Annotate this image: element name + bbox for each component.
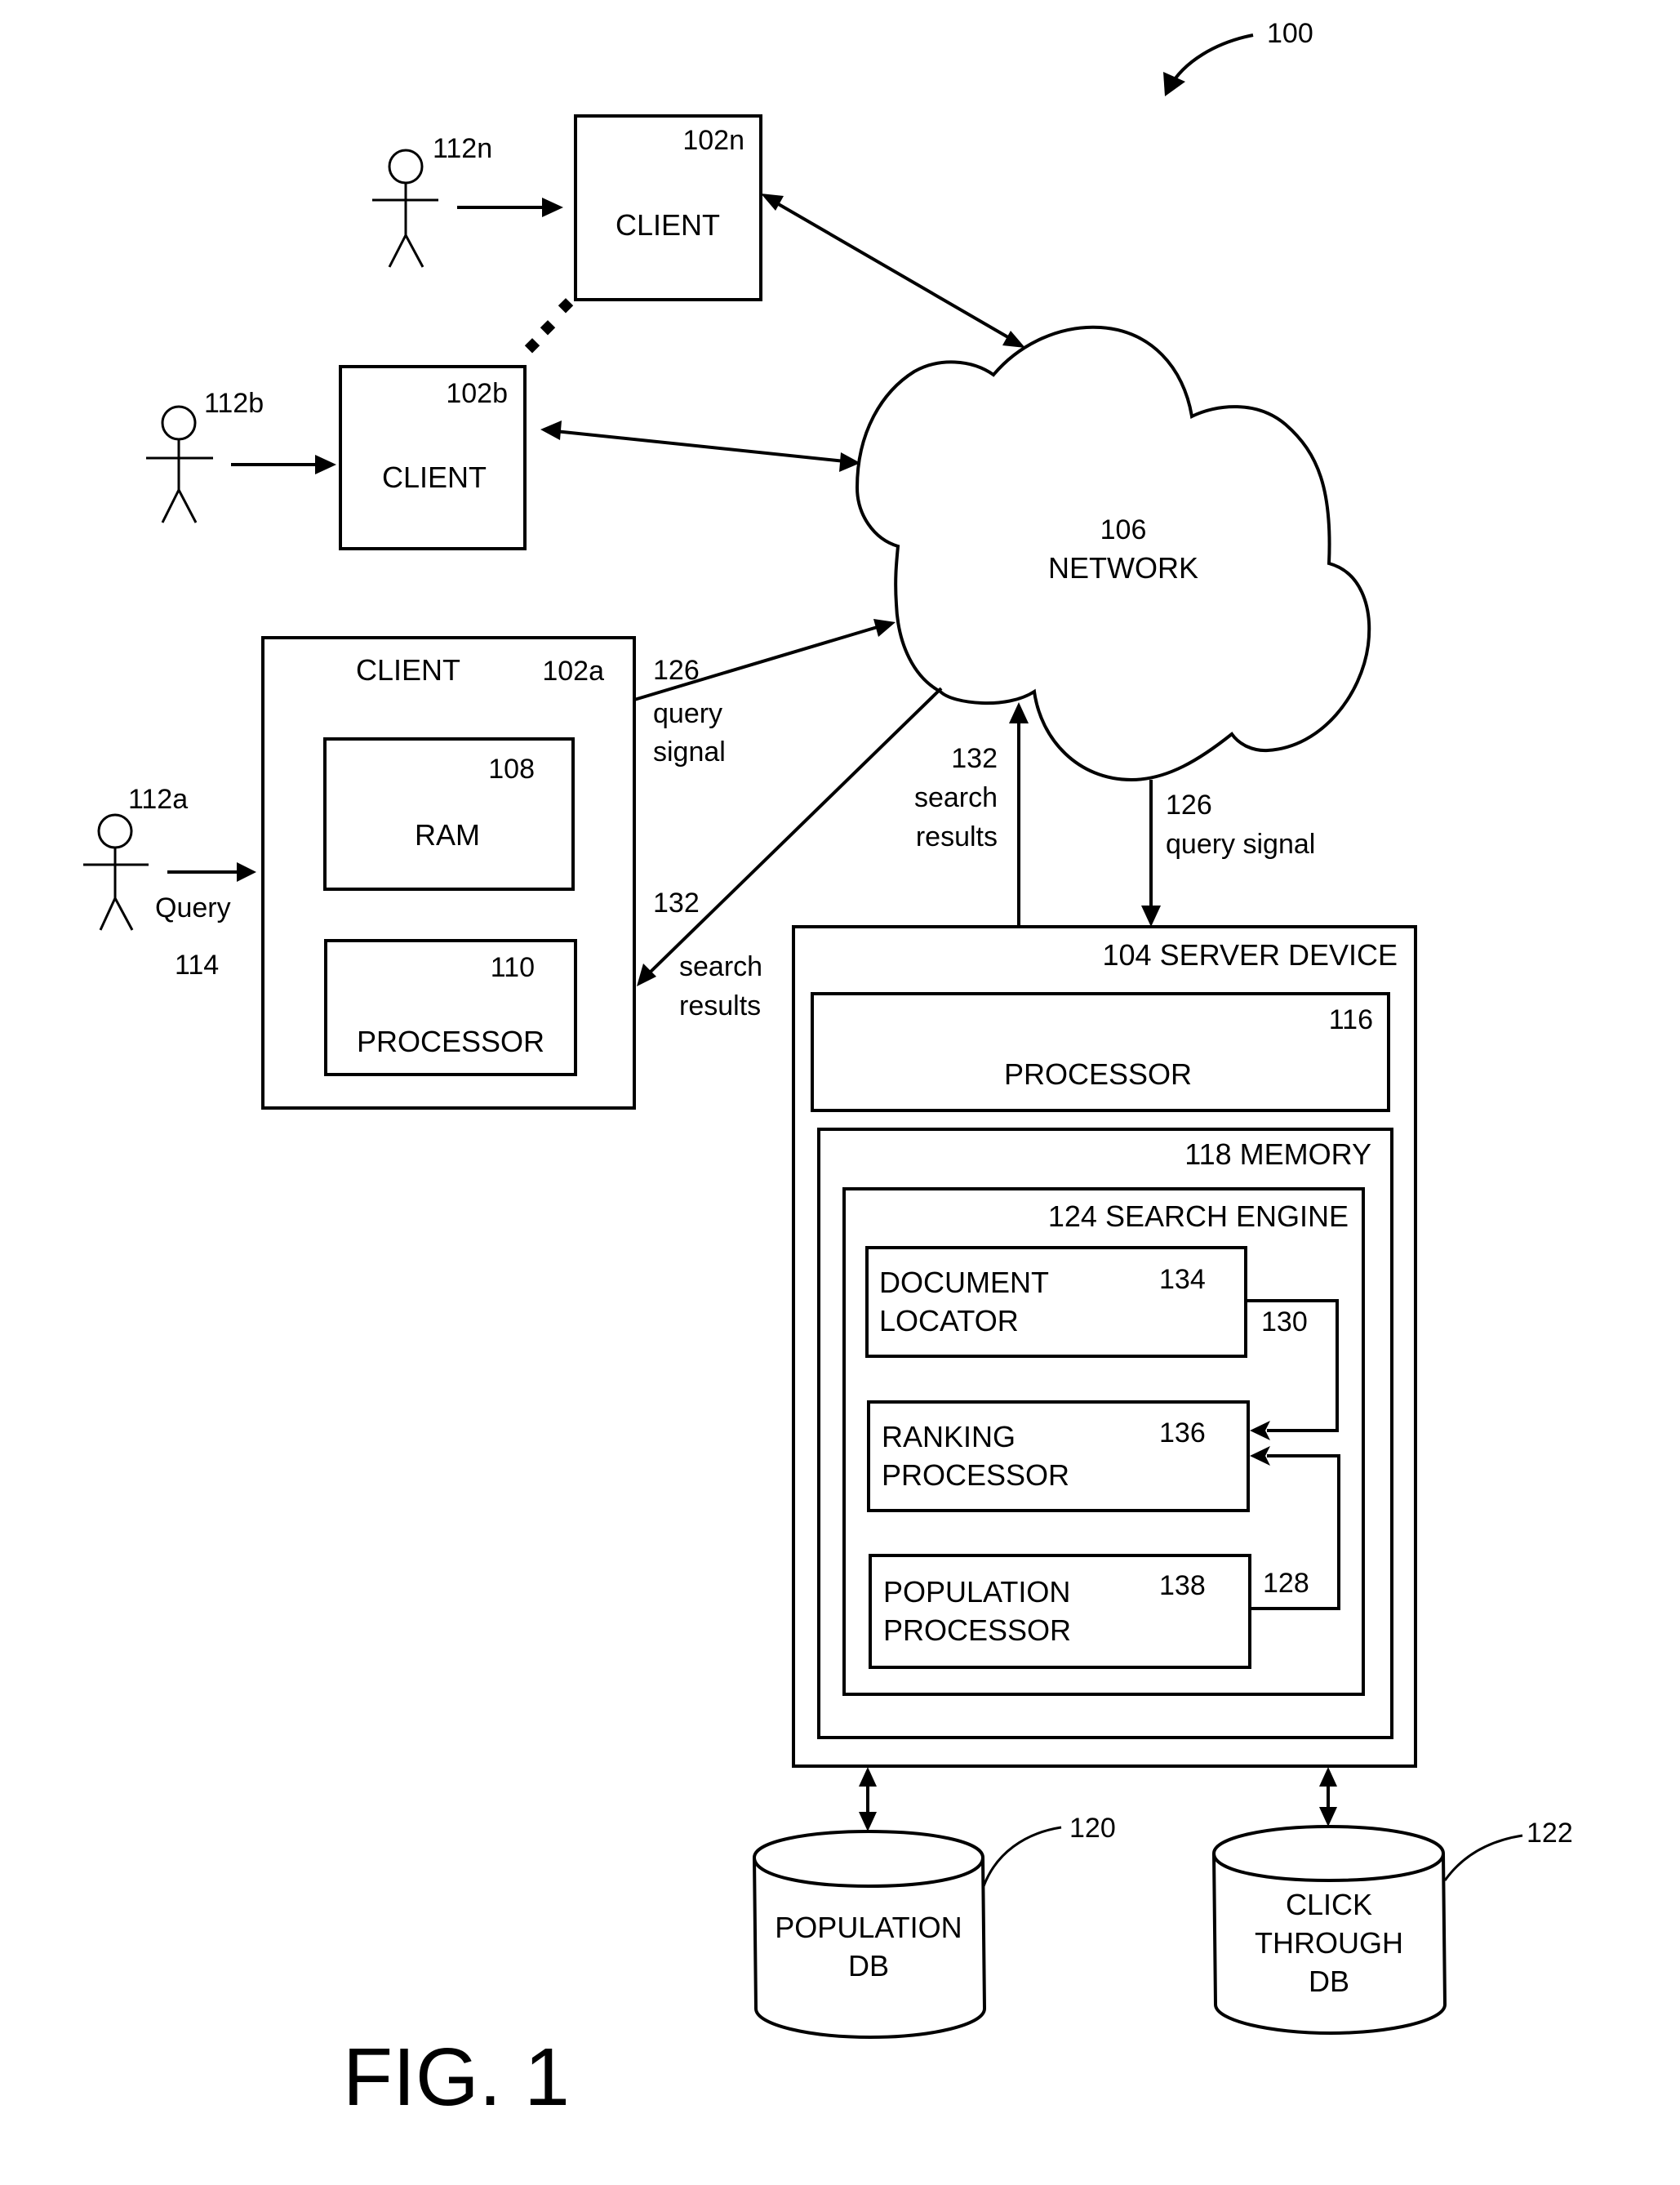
user-ref-label: 112b bbox=[204, 388, 264, 419]
db-ref-label: 122 bbox=[1527, 1818, 1573, 1849]
user-figure-icon bbox=[372, 149, 438, 268]
results-ref-label: 132 bbox=[653, 888, 700, 919]
search-engine-124[interactable]: 124 SEARCH ENGINE DOCUMENT LOCATOR 134 R… bbox=[842, 1187, 1365, 1696]
user-figure-icon bbox=[83, 813, 149, 931]
results-label-line2: results bbox=[679, 990, 761, 1021]
module-ref-label: 136 bbox=[1159, 1417, 1206, 1449]
results-ref-label: 132 bbox=[951, 743, 998, 774]
network-label: NETWORK bbox=[1048, 551, 1198, 585]
db-label-line2: THROUGH bbox=[1255, 1926, 1403, 1960]
results-label-line1: search bbox=[914, 782, 998, 813]
system-ref-100: 100 bbox=[1163, 18, 1313, 96]
db-label-line3: DB bbox=[1309, 1965, 1349, 1998]
db-ref-label: 120 bbox=[1069, 1813, 1116, 1844]
query-ref-label: 114 bbox=[175, 950, 219, 981]
db-leader-line bbox=[982, 1826, 1062, 1887]
signal-label-line2: signal bbox=[653, 736, 726, 768]
ram-108[interactable]: 108 RAM bbox=[323, 737, 575, 891]
server-search-results: 132 search results bbox=[914, 702, 1029, 927]
network-106[interactable]: 106 NETWORK bbox=[855, 325, 1371, 782]
client-ref-label: 102n bbox=[682, 125, 744, 156]
server-label: 104 SERVER DEVICE bbox=[1103, 938, 1398, 972]
server-clickthrough-db-link bbox=[1319, 1767, 1337, 1827]
document-locator-134[interactable]: DOCUMENT LOCATOR 134 bbox=[865, 1246, 1247, 1358]
memory-118[interactable]: 118 MEMORY 124 SEARCH ENGINE DOCUMENT LO… bbox=[817, 1128, 1393, 1739]
client-102a[interactable]: CLIENT 102a 108 RAM 110 PROCESSOR bbox=[261, 636, 636, 1110]
server-processor-116[interactable]: 116 PROCESSOR bbox=[811, 992, 1390, 1112]
query-label: Query bbox=[155, 892, 231, 923]
system-ref-label: 100 bbox=[1267, 18, 1313, 49]
user-to-client-arrow bbox=[457, 198, 563, 217]
client-ref-label: 102a bbox=[542, 656, 604, 687]
results-label-line1: search bbox=[679, 951, 762, 982]
module-label-line2: PROCESSOR bbox=[882, 1458, 1069, 1492]
ref-100-arrowhead bbox=[1163, 72, 1185, 96]
processor-label: PROCESSOR bbox=[1004, 1057, 1192, 1091]
connector-128: 128 bbox=[1250, 1446, 1340, 1610]
population-processor-138[interactable]: POPULATION PROCESSOR 138 bbox=[869, 1554, 1251, 1669]
client-query-signal: 126 query signal bbox=[633, 619, 896, 768]
ram-ref-label: 108 bbox=[488, 754, 535, 785]
user-ref-label: 112n bbox=[433, 133, 492, 164]
signal-ref-label: 126 bbox=[653, 655, 700, 686]
signal-label: query signal bbox=[1166, 829, 1315, 860]
server-population-db-link bbox=[859, 1767, 877, 1831]
figure-title: FIG. 1 bbox=[343, 2031, 570, 2123]
connector-ref-label: 128 bbox=[1263, 1568, 1309, 1599]
module-label-line1: DOCUMENT bbox=[879, 1266, 1049, 1299]
module-label-line2: LOCATOR bbox=[879, 1304, 1019, 1337]
click-through-db-122[interactable]: CLICK THROUGH DB 122 bbox=[1211, 1818, 1573, 2036]
user-112n: 112n bbox=[372, 133, 492, 268]
memory-label: 118 MEMORY bbox=[1184, 1137, 1371, 1171]
client-102n[interactable]: 102n CLIENT bbox=[574, 114, 762, 301]
processor-ref-label: 116 bbox=[1329, 1004, 1373, 1035]
server-device-104[interactable]: 104 SERVER DEVICE 116 PROCESSOR 118 MEMO… bbox=[792, 925, 1417, 1768]
db-label-line1: POPULATION bbox=[775, 1911, 962, 1944]
signal-label-line1: query bbox=[653, 698, 722, 729]
query-arrow: Query 114 bbox=[155, 862, 256, 981]
processor-ref-label: 110 bbox=[491, 952, 535, 983]
client-102b-network-link bbox=[540, 421, 860, 472]
module-ref-label: 134 bbox=[1159, 1264, 1206, 1295]
network-ref-label: 106 bbox=[1100, 514, 1147, 545]
connector-ref-label: 130 bbox=[1261, 1306, 1308, 1337]
user-figure-icon bbox=[146, 405, 213, 523]
user-112b: 112b bbox=[146, 388, 264, 523]
user-to-client-arrow bbox=[231, 455, 336, 474]
db-label-line2: DB bbox=[848, 1949, 889, 1983]
processor-110[interactable]: 110 PROCESSOR bbox=[324, 939, 577, 1076]
signal-ref-label: 126 bbox=[1166, 790, 1212, 821]
client-102n-network-link bbox=[761, 194, 1025, 348]
more-clients-ellipsis bbox=[524, 298, 574, 354]
db-label-line1: CLICK bbox=[1286, 1888, 1372, 1921]
results-label-line2: results bbox=[916, 821, 998, 852]
client-ref-label: 102b bbox=[446, 378, 508, 409]
client-label: CLIENT bbox=[382, 461, 487, 494]
system-diagram: 100 112n 102n CLIENT 112b 102b CLIENT 11… bbox=[83, 18, 1573, 2123]
client-label: CLIENT bbox=[616, 208, 720, 242]
module-label-line1: POPULATION bbox=[883, 1575, 1070, 1609]
module-ref-label: 138 bbox=[1159, 1570, 1206, 1601]
search-engine-label: 124 SEARCH ENGINE bbox=[1048, 1199, 1349, 1233]
processor-label: PROCESSOR bbox=[357, 1025, 544, 1058]
server-query-signal: 126 query signal bbox=[1141, 780, 1315, 927]
ranking-processor-136[interactable]: RANKING PROCESSOR 136 bbox=[867, 1400, 1250, 1512]
db-leader-line bbox=[1443, 1834, 1523, 1881]
user-ref-label: 112a bbox=[128, 784, 188, 815]
connector-130: 130 bbox=[1246, 1299, 1339, 1440]
module-label-line2: PROCESSOR bbox=[883, 1613, 1071, 1647]
client-label: CLIENT bbox=[356, 653, 460, 687]
population-db-120[interactable]: POPULATION DB 120 bbox=[752, 1813, 1116, 2040]
client-102b[interactable]: 102b CLIENT bbox=[339, 365, 527, 550]
module-label-line1: RANKING bbox=[882, 1420, 1016, 1453]
ram-label: RAM bbox=[415, 818, 480, 852]
